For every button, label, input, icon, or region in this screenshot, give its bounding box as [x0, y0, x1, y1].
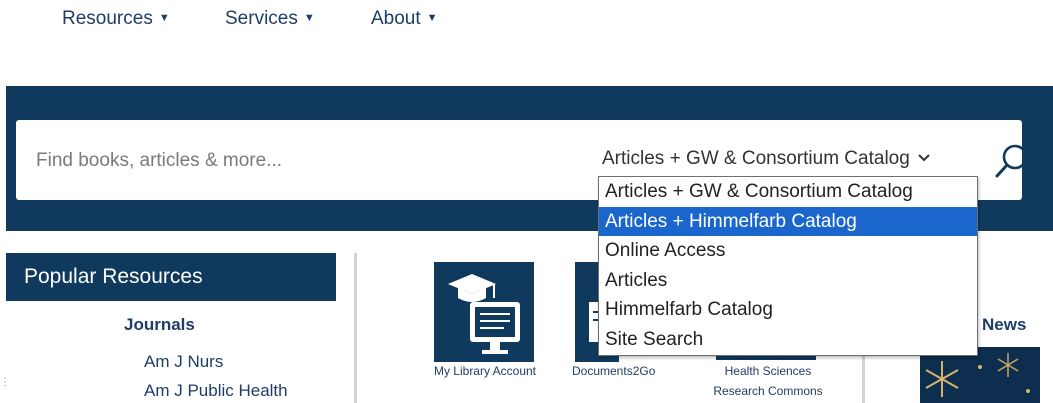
- my-library-account-label[interactable]: My Library Account: [420, 364, 550, 378]
- scope-option[interactable]: Himmelfarb Catalog: [599, 295, 977, 325]
- scope-option-highlighted[interactable]: Articles + Himmelfarb Catalog: [599, 206, 977, 237]
- popular-resources-panel: Popular Resources Journals Am J Nurs Am …: [6, 253, 336, 403]
- tile-label-line1: Health Sciences: [724, 364, 812, 378]
- nav-about-label: About: [371, 8, 421, 29]
- nav-services-label: Services: [225, 8, 298, 29]
- top-navigation: Resources ▼ Services ▼ About ▼: [0, 0, 1053, 42]
- chevron-down-icon: [918, 146, 930, 168]
- overflow-dots: ⋮: [0, 377, 10, 388]
- popular-resources-header: Popular Resources: [6, 253, 336, 301]
- documents2go-label[interactable]: Documents2Go: [572, 364, 655, 378]
- snowflake-icon: [920, 353, 1040, 403]
- search-scope-select[interactable]: Articles + GW & Consortium Catalog: [602, 146, 930, 174]
- journal-link[interactable]: Am J Public Health: [144, 381, 288, 401]
- health-sciences-research-commons-label[interactable]: Health Sciences Research Commons: [698, 364, 838, 398]
- scope-option[interactable]: Online Access: [599, 236, 977, 266]
- scope-option[interactable]: Articles: [599, 266, 977, 296]
- nav-about-menu[interactable]: About ▼: [371, 8, 438, 30]
- search-button[interactable]: [992, 142, 1032, 180]
- search-scope-dropdown: Articles + GW & Consortium Catalog Artic…: [598, 176, 978, 356]
- search-input[interactable]: [34, 147, 558, 175]
- news-heading: News: [982, 315, 1027, 334]
- journal-link[interactable]: Am J Nurs: [144, 352, 223, 372]
- nav-resources-label: Resources: [62, 8, 153, 29]
- search-icon: [992, 144, 1032, 184]
- caret-down-icon: ▼: [158, 12, 170, 24]
- popular-resources-title: Popular Resources: [24, 265, 203, 288]
- tile-label-line2: Research Commons: [713, 384, 823, 398]
- search-scope-value: Articles + GW & Consortium Catalog: [602, 148, 910, 169]
- nav-services-menu[interactable]: Services ▼: [225, 8, 315, 30]
- scope-option[interactable]: Site Search: [599, 325, 977, 355]
- caret-down-icon: ▼: [303, 12, 315, 24]
- journals-heading: Journals: [124, 315, 195, 334]
- column-divider: [354, 253, 357, 403]
- nav-resources-menu[interactable]: Resources ▼: [62, 8, 170, 30]
- caret-down-icon: ▼: [426, 12, 438, 24]
- my-library-account-tile[interactable]: [434, 262, 534, 362]
- scope-option[interactable]: Articles + GW & Consortium Catalog: [599, 177, 977, 207]
